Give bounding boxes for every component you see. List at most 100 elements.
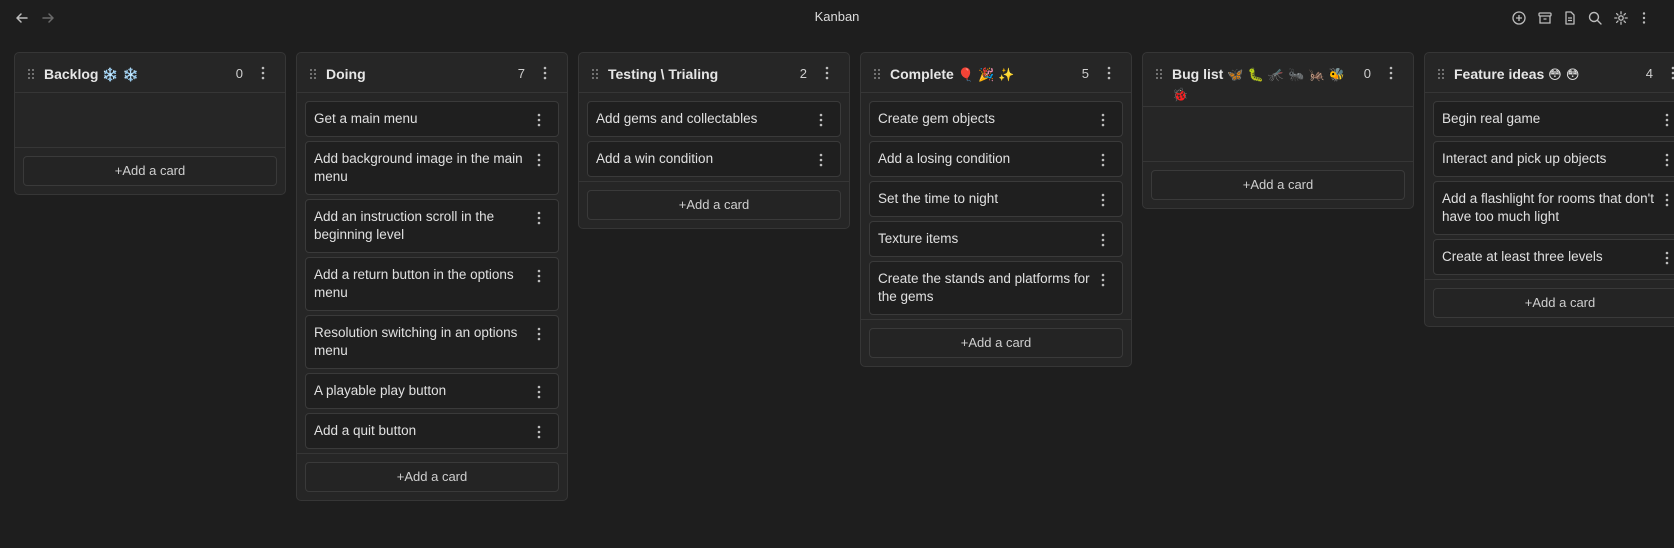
lane: Feature ideas 😳 😳 4 Begin real game Interac… xyxy=(1424,52,1674,327)
lane-more-icon[interactable] xyxy=(821,65,833,81)
card-title: Create at least three levels xyxy=(1442,249,1603,264)
card[interactable]: Add a losing condition xyxy=(869,141,1123,177)
card-more-icon[interactable] xyxy=(534,384,544,400)
drag-handle-icon[interactable] xyxy=(27,67,35,79)
lane-card-list: Create gem objects Add a losing condition… xyxy=(861,93,1131,315)
card-more-icon[interactable] xyxy=(1098,272,1108,288)
card-more-icon[interactable] xyxy=(1098,152,1108,168)
card-title: Add an instruction scroll in the beginni… xyxy=(314,209,495,242)
card-more-icon[interactable] xyxy=(1662,250,1672,266)
lane-card-count: 0 xyxy=(1363,66,1371,81)
lane-title[interactable]: Complete 🎈 🎉 ✨ xyxy=(890,65,1071,85)
card[interactable]: Texture items xyxy=(869,221,1123,257)
card[interactable]: Add a win condition xyxy=(587,141,841,177)
card-more-icon[interactable] xyxy=(1098,112,1108,128)
add-card-button[interactable]: +Add a card xyxy=(1433,288,1674,318)
lane-footer: +Add a card xyxy=(1425,279,1674,326)
card[interactable]: Add a flashlight for rooms that don't ha… xyxy=(1433,181,1674,235)
lane-title[interactable]: Testing \ Trialing xyxy=(608,65,789,83)
lane-more-icon[interactable] xyxy=(1667,65,1674,81)
card-more-icon[interactable] xyxy=(816,112,826,128)
lane-header: Backlog ❄️ ❄️ 0 xyxy=(15,53,285,93)
search-icon[interactable] xyxy=(1585,8,1605,28)
card-more-icon[interactable] xyxy=(1662,112,1672,128)
add-card-button[interactable]: +Add a card xyxy=(587,190,841,220)
lane-title-text: Testing \ Trialing xyxy=(608,66,719,82)
lane-title-emoji: 🎈 🎉 ✨ xyxy=(957,68,1015,83)
card-more-icon[interactable] xyxy=(534,112,544,128)
lane-card-list: Get a main menu Add background image in t… xyxy=(297,93,567,449)
card-title: Begin real game xyxy=(1442,111,1541,126)
more-vertical-icon[interactable] xyxy=(1634,8,1654,28)
card[interactable]: Create gem objects xyxy=(869,101,1123,137)
add-card-button[interactable]: +Add a card xyxy=(305,462,559,492)
card[interactable]: Create the stands and platforms for the … xyxy=(869,261,1123,315)
card-more-icon[interactable] xyxy=(534,424,544,440)
lane-title[interactable]: Bug list 🦋 🐛 🦟 🐜 🦗 🐝 🐞 xyxy=(1172,65,1353,105)
card-more-icon[interactable] xyxy=(1662,152,1672,168)
card[interactable]: Resolution switching in an options menu xyxy=(305,315,559,369)
card-more-icon[interactable] xyxy=(534,326,544,342)
lane-more-icon[interactable] xyxy=(1103,65,1115,81)
card-title: Create gem objects xyxy=(878,111,996,126)
drag-handle-icon[interactable] xyxy=(1155,67,1163,79)
lane-title[interactable]: Feature ideas 😳 😳 xyxy=(1454,65,1635,85)
card-more-icon[interactable] xyxy=(534,210,544,226)
card-title: Add a return button in the options menu xyxy=(314,267,514,300)
lane-more-icon[interactable] xyxy=(539,65,551,81)
card[interactable]: Get a main menu xyxy=(305,101,559,137)
lane-title-emoji: 😳 😳 xyxy=(1548,68,1580,83)
archive-icon[interactable] xyxy=(1535,8,1555,28)
document-icon[interactable] xyxy=(1560,8,1580,28)
card[interactable]: Set the time to night xyxy=(869,181,1123,217)
card-title: Get a main menu xyxy=(314,111,418,126)
add-card-button[interactable]: +Add a card xyxy=(23,156,277,186)
card[interactable]: Add gems and collectables xyxy=(587,101,841,137)
card-title: Add a win condition xyxy=(596,151,714,166)
lane-header: Bug list 🦋 🐛 🦟 🐜 🦗 🐝 🐞 0 xyxy=(1143,53,1413,107)
lane-title[interactable]: Backlog ❄️ ❄️ xyxy=(44,65,225,85)
card[interactable]: Create at least three levels xyxy=(1433,239,1674,275)
lane-more-icon[interactable] xyxy=(257,65,269,81)
gear-icon[interactable] xyxy=(1611,8,1631,28)
add-card-button[interactable]: +Add a card xyxy=(1151,170,1405,200)
plus-circle-icon[interactable] xyxy=(1509,8,1529,28)
card-more-icon[interactable] xyxy=(1098,192,1108,208)
card-title: Set the time to night xyxy=(878,191,999,206)
lane-card-list: Begin real game Interact and pick up obje… xyxy=(1425,93,1674,275)
drag-handle-icon[interactable] xyxy=(309,67,317,79)
lane: Doing 7 Get a main menu Add background imag… xyxy=(296,52,568,501)
lane-title[interactable]: Doing xyxy=(326,65,507,83)
drag-handle-icon[interactable] xyxy=(1437,67,1445,79)
card-title: Add a quit button xyxy=(314,423,417,438)
card-title: Add background image in the main menu xyxy=(314,151,523,184)
lane-header: Complete 🎈 🎉 ✨ 5 xyxy=(861,53,1131,93)
lane-card-list xyxy=(1143,107,1413,162)
card-title: Resolution switching in an options menu xyxy=(314,325,518,358)
lane: Complete 🎈 🎉 ✨ 5 Create gem objects Add a l… xyxy=(860,52,1132,367)
card-more-icon[interactable] xyxy=(816,152,826,168)
title-bar: Kanban xyxy=(0,0,1674,36)
card-more-icon[interactable] xyxy=(1662,192,1672,208)
drag-handle-icon[interactable] xyxy=(873,67,881,79)
lane: Testing \ Trialing 2 Add gems and collecta… xyxy=(578,52,850,229)
lane: Bug list 🦋 🐛 🦟 🐜 🦗 🐝 🐞 0 +Add a card xyxy=(1142,52,1414,209)
card[interactable]: Interact and pick up objects xyxy=(1433,141,1674,177)
card[interactable]: Add an instruction scroll in the beginni… xyxy=(305,199,559,253)
drag-handle-icon[interactable] xyxy=(591,67,599,79)
lane-header: Feature ideas 😳 😳 4 xyxy=(1425,53,1674,93)
add-card-button[interactable]: +Add a card xyxy=(869,328,1123,358)
lane-more-icon[interactable] xyxy=(1385,65,1397,81)
card[interactable]: Add a quit button xyxy=(305,413,559,449)
lane-footer: +Add a card xyxy=(297,453,567,500)
card-more-icon[interactable] xyxy=(534,268,544,284)
card[interactable]: Add background image in the main menu xyxy=(305,141,559,195)
card-title: Add a flashlight for rooms that don't ha… xyxy=(1442,191,1654,224)
lane-footer: +Add a card xyxy=(579,181,849,228)
card[interactable]: Begin real game xyxy=(1433,101,1674,137)
card[interactable]: A playable play button xyxy=(305,373,559,409)
card-more-icon[interactable] xyxy=(534,152,544,168)
card-more-icon[interactable] xyxy=(1098,232,1108,248)
lane-footer: +Add a card xyxy=(861,319,1131,366)
card[interactable]: Add a return button in the options menu xyxy=(305,257,559,311)
